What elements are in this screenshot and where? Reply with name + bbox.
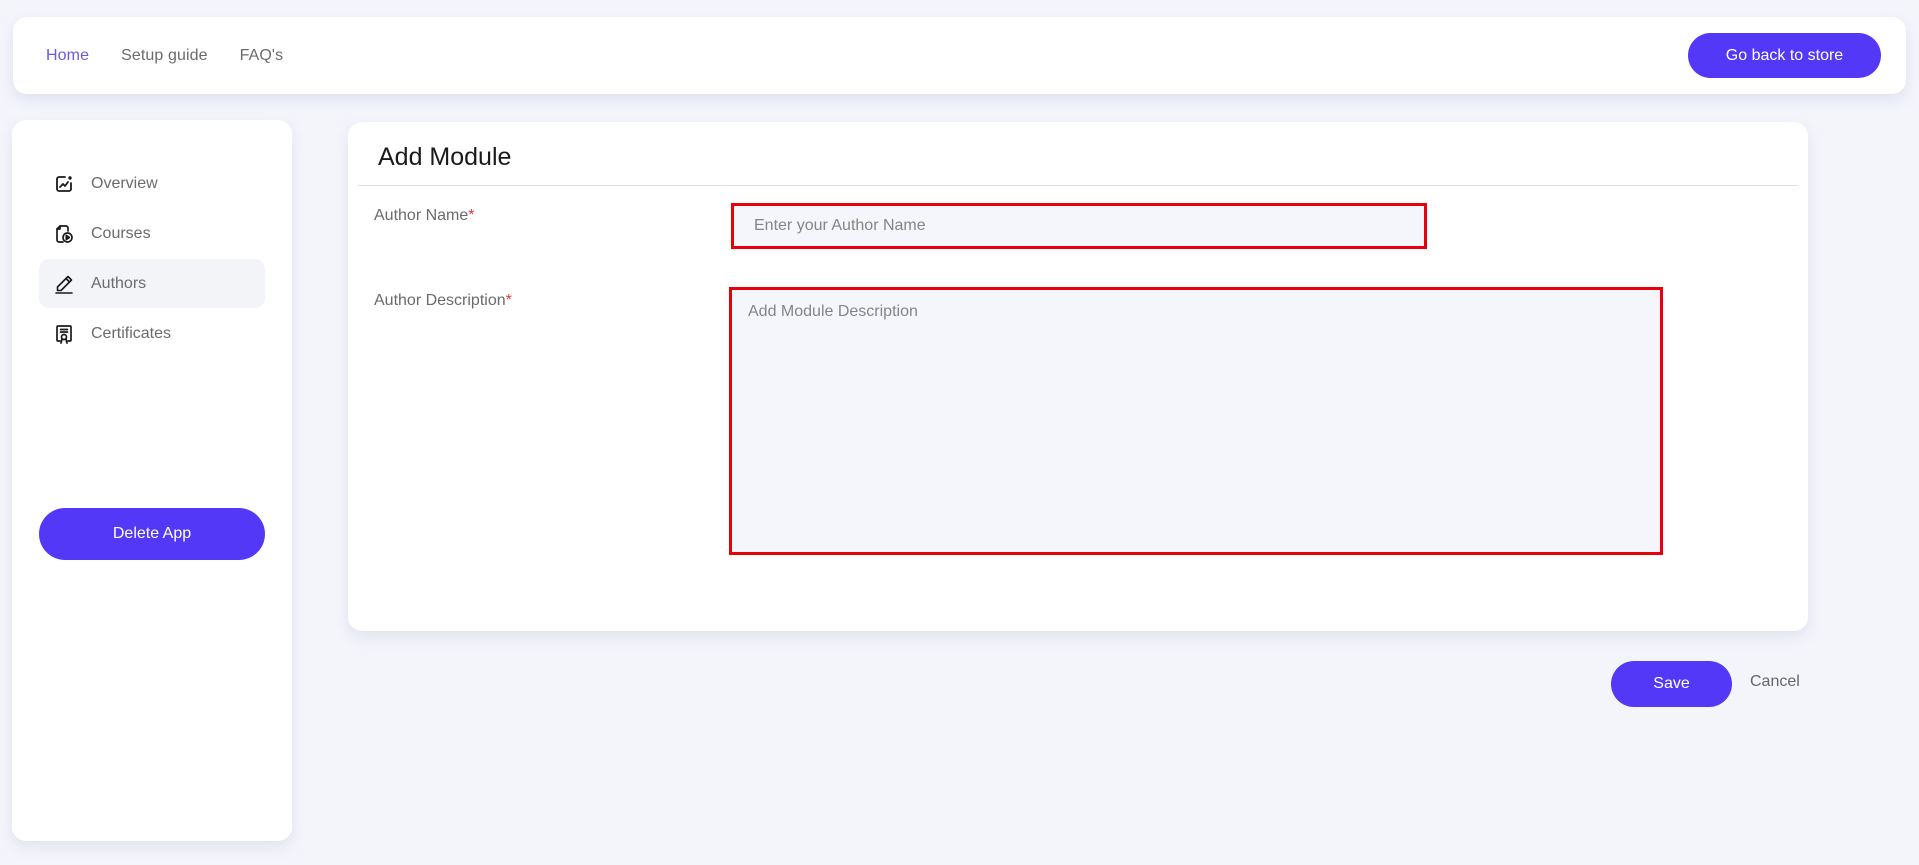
go-back-to-store-button[interactable]: Go back to store xyxy=(1688,33,1881,78)
delete-app-button[interactable]: Delete App xyxy=(39,508,265,560)
add-module-card: Add Module Author Name* Author Descripti… xyxy=(348,122,1808,631)
sidebar-item-authors[interactable]: Authors xyxy=(39,259,265,308)
nav-link-home[interactable]: Home xyxy=(46,47,89,65)
nav-link-setup-guide[interactable]: Setup guide xyxy=(121,47,208,65)
required-mark: * xyxy=(468,207,475,224)
sidebar-item-label: Authors xyxy=(91,274,147,292)
cancel-button[interactable]: Cancel xyxy=(1750,673,1800,691)
sidebar-item-certificates[interactable]: Certificates xyxy=(39,309,265,358)
course-video-icon xyxy=(53,223,75,245)
chart-edit-icon xyxy=(53,173,75,195)
certificate-icon xyxy=(53,323,75,345)
sidebar-item-label: Courses xyxy=(91,224,151,242)
required-mark: * xyxy=(505,292,512,309)
nav-link-faqs[interactable]: FAQ's xyxy=(240,47,284,65)
save-button[interactable]: Save xyxy=(1611,661,1732,707)
author-name-input[interactable] xyxy=(731,203,1427,249)
author-name-label: Author Name* xyxy=(374,207,475,225)
title-divider xyxy=(358,185,1798,186)
author-description-label-text: Author Description xyxy=(374,292,506,309)
top-nav-links: Home Setup guide FAQ's xyxy=(46,47,283,65)
page-title: Add Module xyxy=(378,143,512,171)
sidebar-item-label: Certificates xyxy=(91,324,172,342)
sidebar-item-courses[interactable]: Courses xyxy=(39,209,265,258)
sidebar-item-overview[interactable]: Overview xyxy=(39,159,265,208)
author-name-label-text: Author Name xyxy=(374,207,469,224)
sidebar: Overview Courses Authors Certificates De… xyxy=(12,120,292,841)
sidebar-item-label: Overview xyxy=(91,174,158,192)
author-description-textarea[interactable] xyxy=(729,287,1663,555)
top-navbar: Home Setup guide FAQ's Go back to store xyxy=(13,17,1906,94)
author-description-label: Author Description* xyxy=(374,292,512,310)
pencil-icon xyxy=(53,273,75,295)
